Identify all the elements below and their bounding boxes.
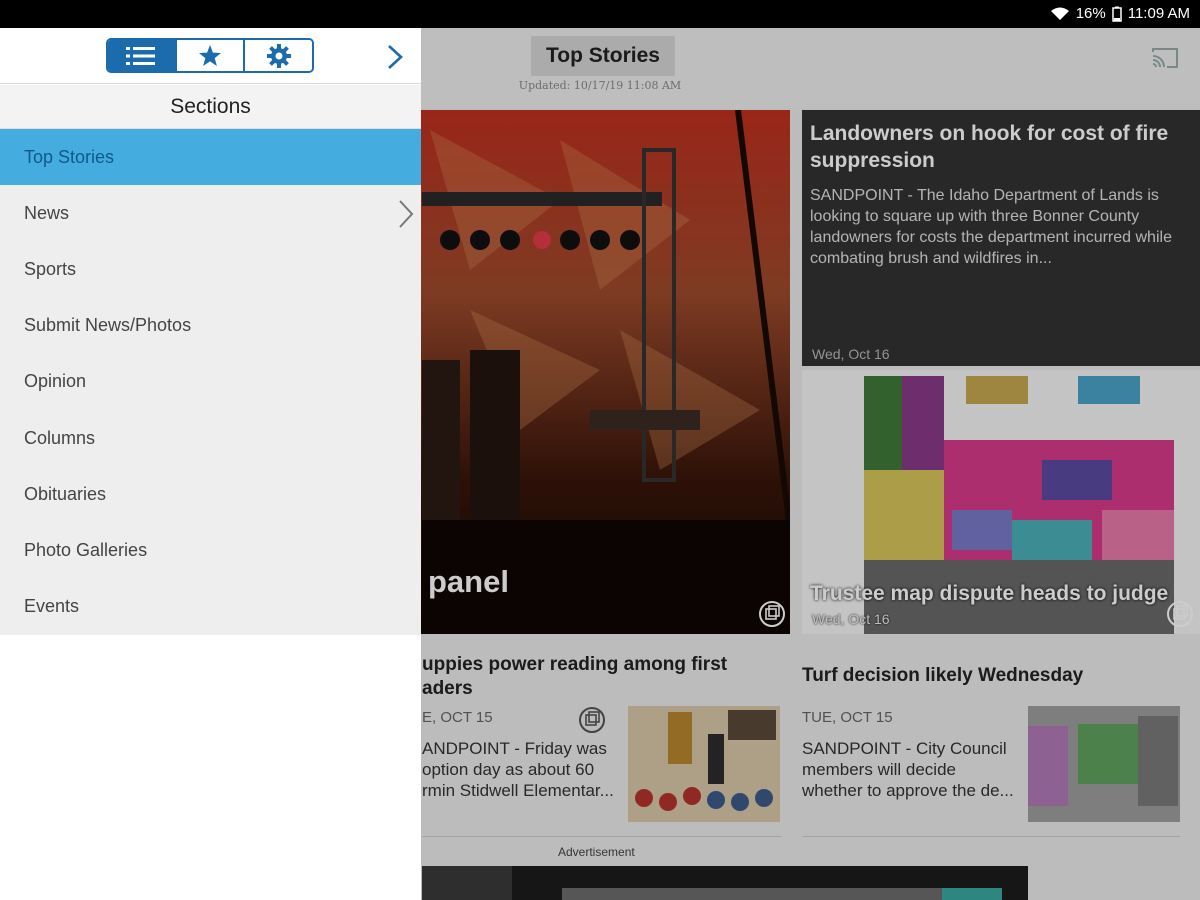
sidebar-item-submit-news-photos[interactable]: Submit News/Photos xyxy=(0,298,421,354)
chevron-right-icon xyxy=(399,200,414,228)
clock: 11:09 AM xyxy=(1127,5,1190,22)
sidebar-item-label: Top Stories xyxy=(24,146,115,167)
navigation-drawer: Sections Top Stories News Sports Submit … xyxy=(0,28,421,900)
sections-menu: Top Stories News Sports Submit News/Phot… xyxy=(0,129,421,635)
battery-icon xyxy=(1111,6,1122,22)
sidebar-item-opinion[interactable]: Opinion xyxy=(0,354,421,410)
sidebar-item-columns[interactable]: Columns xyxy=(0,410,421,466)
star-icon xyxy=(199,44,221,66)
view-switcher xyxy=(106,38,314,73)
sidebar-item-sports[interactable]: Sports xyxy=(0,241,421,297)
sections-header: Sections xyxy=(0,85,421,129)
tab-settings[interactable] xyxy=(245,40,312,71)
sidebar-item-top-stories[interactable]: Top Stories xyxy=(0,129,421,186)
sidebar-item-label: News xyxy=(24,202,70,223)
sidebar-item-news[interactable]: News xyxy=(0,185,421,241)
status-bar: 16% 11:09 AM xyxy=(0,0,1200,28)
tab-favorites[interactable] xyxy=(176,40,246,71)
drawer-empty-area xyxy=(0,635,421,900)
wifi-icon xyxy=(1050,7,1069,20)
sidebar-item-label: Columns xyxy=(24,427,96,448)
battery-level: 16% xyxy=(1075,5,1106,22)
chevron-right-icon[interactable] xyxy=(384,43,406,71)
sidebar-item-label: Photo Galleries xyxy=(24,539,148,560)
tab-sections[interactable] xyxy=(108,40,177,71)
sidebar-item-label: Sports xyxy=(24,258,77,279)
sidebar-item-photo-galleries[interactable]: Photo Galleries xyxy=(0,522,421,578)
list-icon xyxy=(126,46,156,65)
sidebar-item-label: Submit News/Photos xyxy=(24,315,192,336)
gear-icon xyxy=(266,43,291,68)
drawer-toolbar xyxy=(0,28,421,84)
sidebar-item-label: Events xyxy=(24,596,80,617)
sidebar-item-events[interactable]: Events xyxy=(0,579,421,635)
sidebar-item-label: Opinion xyxy=(24,371,87,392)
sidebar-item-obituaries[interactable]: Obituaries xyxy=(0,466,421,522)
sidebar-item-label: Obituaries xyxy=(24,483,107,504)
